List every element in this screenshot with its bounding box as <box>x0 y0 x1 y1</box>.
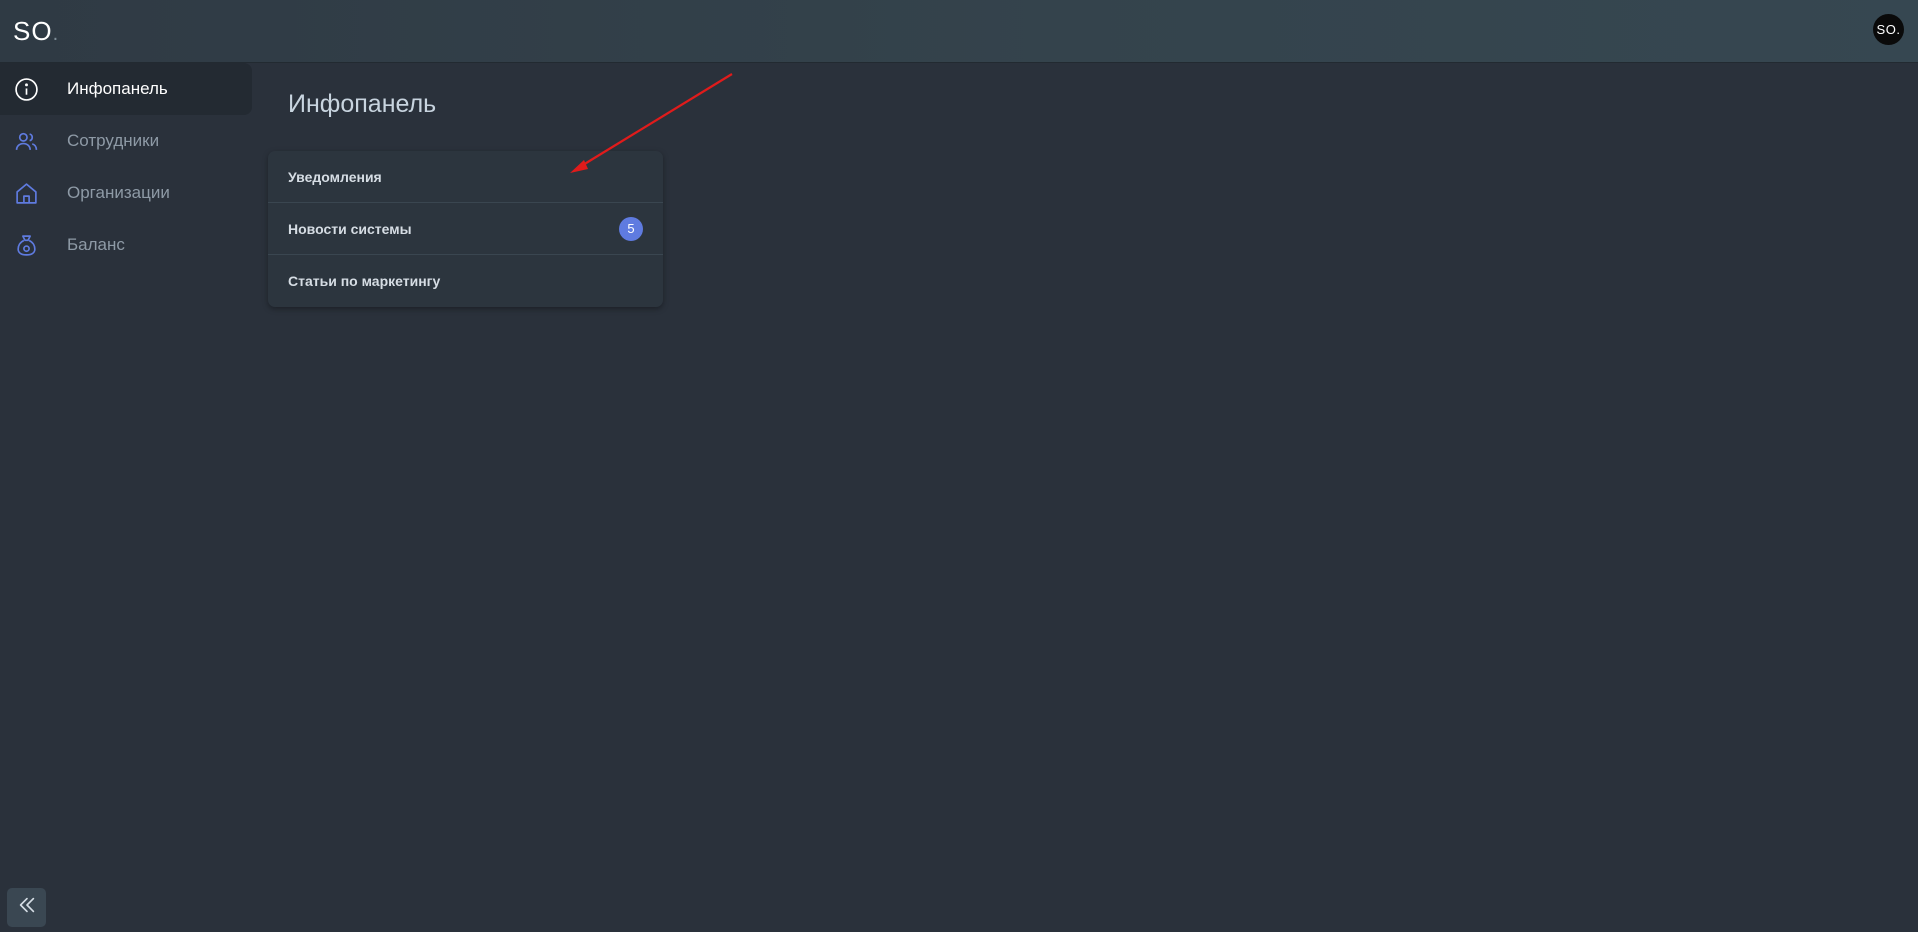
sidebar-item-employees[interactable]: Сотрудники <box>0 115 252 167</box>
list-item-label: Статьи по маркетингу <box>288 273 441 289</box>
avatar-text: SO. <box>1876 22 1901 37</box>
info-circle-icon <box>13 76 39 102</box>
collapse-sidebar-button[interactable] <box>7 888 46 927</box>
money-bag-icon <box>13 232 39 258</box>
home-icon <box>13 180 39 206</box>
list-item-label: Новости системы <box>288 220 412 237</box>
annotation-arrow-icon <box>570 73 733 173</box>
app-logo[interactable]: SO. <box>13 16 59 47</box>
list-item-label: Уведомления <box>288 168 382 185</box>
sidebar: Инфопанель Сотрудники Организации Баланс <box>0 63 253 932</box>
double-chevron-left-icon <box>16 894 38 921</box>
sidebar-item-infopanel[interactable]: Инфопанель <box>0 63 252 115</box>
top-bar: SO. SO. <box>0 0 1918 63</box>
list-item-system-news[interactable]: Новости системы 5 <box>268 203 663 255</box>
sidebar-item-label: Баланс <box>67 235 125 254</box>
sidebar-item-label: Сотрудники <box>67 131 160 150</box>
avatar[interactable]: SO. <box>1873 14 1904 45</box>
users-icon <box>13 128 39 154</box>
sidebar-item-balance[interactable]: Баланс <box>0 219 252 271</box>
count-badge: 5 <box>619 216 643 241</box>
sidebar-item-organizations[interactable]: Организации <box>0 167 252 219</box>
logo-dot: . <box>52 23 60 45</box>
logo-text: SO <box>13 16 53 46</box>
list-item-marketing-articles[interactable]: Статьи по маркетингу <box>268 255 663 307</box>
sidebar-item-label: Инфопанель <box>67 79 168 98</box>
sidebar-item-label: Организации <box>67 183 170 202</box>
page-title: Инфопанель <box>288 90 437 118</box>
